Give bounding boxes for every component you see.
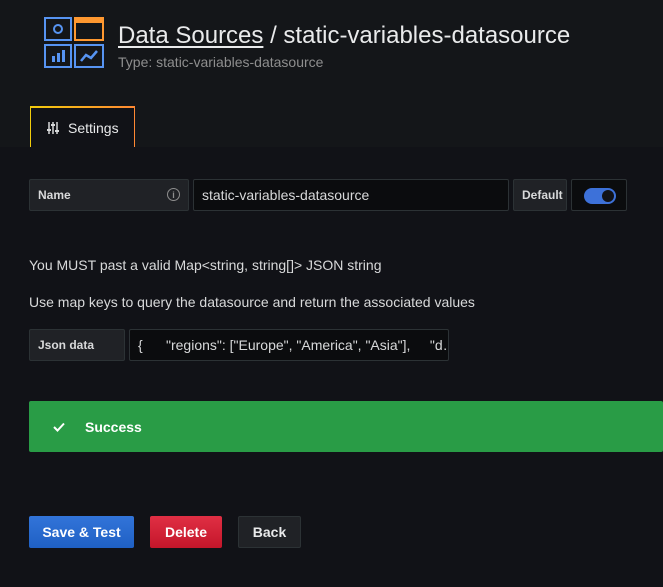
datasource-logo-icon — [44, 17, 104, 68]
name-input[interactable]: static-variables-datasource — [193, 179, 509, 211]
success-alert: Success — [29, 401, 663, 452]
name-label: Name i — [29, 179, 189, 211]
delete-button[interactable]: Delete — [150, 516, 222, 548]
page-title: Data Sources / static-variables-datasour… — [118, 22, 570, 50]
info-icon[interactable]: i — [167, 188, 180, 201]
page-header: Data Sources / static-variables-datasour… — [0, 0, 663, 147]
datasource-name-title: static-variables-datasource — [283, 22, 571, 49]
json-data-input[interactable]: { "regions": ["Europe", "America", "Asia… — [129, 329, 449, 361]
default-toggle-container — [571, 179, 627, 211]
save-test-button[interactable]: Save & Test — [29, 516, 134, 548]
page-subtitle: Type: static-variables-datasource — [118, 54, 324, 70]
name-label-text: Name — [38, 188, 71, 202]
check-icon — [53, 422, 65, 432]
tab-settings-label: Settings — [68, 119, 119, 136]
default-toggle[interactable] — [584, 188, 616, 204]
help-text-json-format: You MUST past a valid Map<string, string… — [29, 257, 382, 273]
json-data-label: Json data — [29, 329, 125, 361]
help-text-map-keys: Use map keys to query the datasource and… — [29, 294, 475, 310]
sliders-icon — [47, 121, 59, 134]
alert-text: Success — [85, 418, 142, 435]
tab-settings[interactable]: Settings — [30, 106, 135, 147]
default-label: Default — [513, 179, 567, 211]
toggle-knob — [602, 190, 614, 202]
back-button[interactable]: Back — [238, 516, 301, 548]
breadcrumb-data-sources-link[interactable]: Data Sources — [118, 22, 263, 49]
breadcrumb-separator: / — [263, 22, 284, 49]
